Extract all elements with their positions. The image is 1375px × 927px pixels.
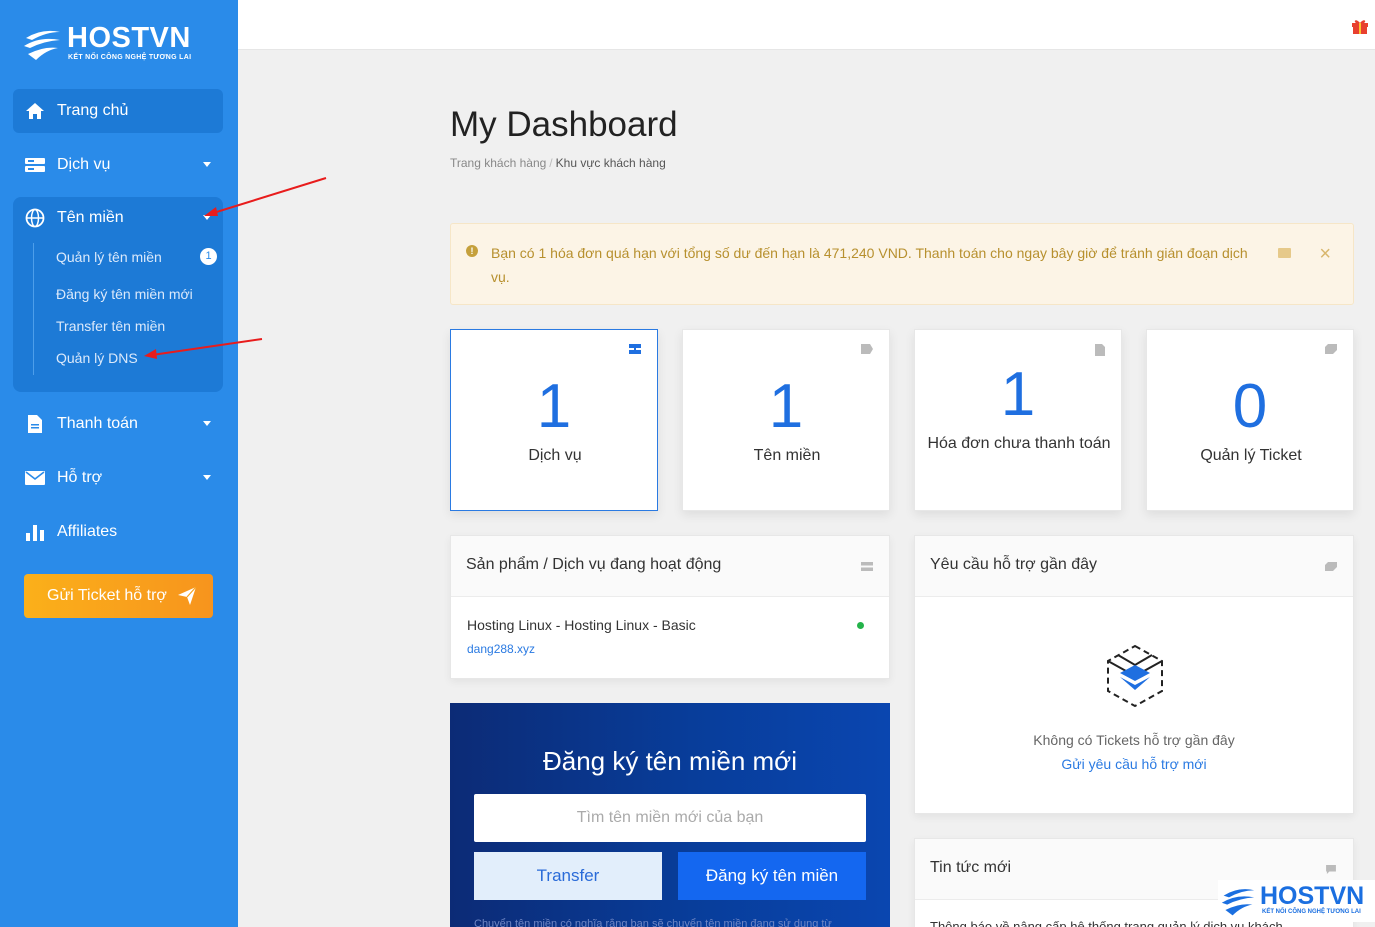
service-domain-link[interactable]: dang288.xyz: [467, 642, 535, 656]
submenu-divider: [33, 243, 34, 375]
alert-message: Bạn có 1 hóa đơn quá hạn với tổng số dư …: [491, 245, 1248, 285]
exclamation-icon: !: [466, 245, 478, 257]
sidebar-item-affiliates[interactable]: Affiliates: [13, 510, 223, 554]
stat-value: 0: [1232, 372, 1268, 441]
stat-value: 1: [768, 372, 804, 441]
panel-header: Yêu cầu hỗ trợ gần đây: [915, 536, 1353, 597]
send-ticket-button[interactable]: Gửi Ticket hỗ trợ: [24, 574, 213, 618]
send-ticket-label: Gửi Ticket hỗ trợ: [47, 587, 167, 604]
bar-chart-icon: [25, 522, 45, 542]
annotation-arrow-dns: [144, 338, 263, 359]
sidebar-item-label: Affiliates: [57, 523, 118, 540]
globe-icon: [25, 208, 45, 228]
sidebar-item-label: Hỗ trợ: [57, 469, 103, 486]
sidebar-item-domains[interactable]: Tên miền: [13, 196, 223, 240]
gift-icon[interactable]: [1351, 17, 1369, 40]
stat-value: 1: [536, 372, 572, 441]
server-icon: [861, 562, 873, 571]
panel-title: Tin tức mới: [930, 859, 1012, 876]
register-domain-box: Đăng ký tên miền mới Transfer Đăng ký tê…: [450, 703, 890, 927]
stat-label: Quản lý Ticket: [1200, 447, 1302, 464]
breadcrumb-current: Khu vực khách hàng: [555, 156, 666, 170]
panel-header: Sản phẩm / Dịch vụ đang hoạt động: [451, 536, 889, 597]
watermark-logo: HOSTVN KẾT NỐI CÔNG NGHỆ TƯƠNG LAI: [1218, 880, 1375, 922]
sidebar-item-label: Tên miền: [57, 209, 124, 226]
sidebar-item-label: Thanh toán: [57, 415, 138, 432]
sidebar-subitem-register-domain[interactable]: Đăng ký tên miền mới: [56, 286, 193, 302]
sidebar-item-billing[interactable]: Thanh toán: [13, 402, 223, 446]
stat-label: Hóa đơn chưa thanh toán: [927, 435, 1111, 452]
stat-label: Dịch vụ: [528, 447, 582, 464]
ticket-icon: [1325, 562, 1337, 571]
sidebar: HOSTVN KẾT NỐI CÔNG NGHỆ TƯƠNG LAI Trang…: [0, 0, 238, 927]
envelope-icon: [25, 468, 45, 488]
sidebar-item-label: Dịch vụ: [57, 156, 111, 173]
sidebar-subitem-transfer-domain[interactable]: Transfer tên miền: [56, 318, 165, 334]
home-icon: [25, 101, 45, 121]
close-icon[interactable]: ×: [1319, 243, 1331, 266]
sidebar-item-label: Trang chủ: [57, 102, 129, 119]
ticket-icon: [1325, 344, 1337, 354]
tag-icon: [861, 344, 873, 354]
transfer-button[interactable]: Transfer: [474, 852, 662, 900]
sidebar-subitem-manage-domains[interactable]: Quản lý tên miền: [56, 249, 162, 265]
breadcrumb: Trang khách hàng / Khu vực khách hàng: [450, 156, 666, 170]
overdue-invoice-alert: ! Bạn có 1 hóa đơn quá hạn với tổng số d…: [450, 223, 1354, 305]
panel-title: Yêu cầu hỗ trợ gần đây: [930, 556, 1098, 573]
empty-inbox-icon: [1107, 644, 1163, 708]
brand-tagline: KẾT NỐI CÔNG NGHỆ TƯƠNG LAI: [68, 54, 192, 61]
register-note: Chuyển tên miền có nghĩa rằng bạn sẽ chu…: [474, 918, 832, 927]
domain-count-badge: 1: [200, 248, 217, 265]
brand-name: HOSTVN: [67, 22, 191, 54]
stat-card-tickets[interactable]: 0 Quản lý Ticket: [1146, 329, 1354, 511]
file-icon: [1095, 344, 1105, 356]
stat-card-unpaid-invoices[interactable]: 1 Hóa đơn chưa thanh toán: [914, 329, 1122, 511]
server-icon: [629, 344, 641, 354]
register-title: Đăng ký tên miền mới: [542, 746, 798, 776]
brand-name: HOSTVN: [1260, 882, 1365, 910]
empty-tickets-text: Không có Tickets hỗ trợ gần đây: [1033, 732, 1235, 748]
server-icon: [25, 155, 45, 175]
sidebar-subitem-manage-dns[interactable]: Quản lý DNS: [56, 350, 138, 366]
stat-label: Tên miền: [753, 447, 821, 464]
comment-icon: [1326, 865, 1336, 874]
service-name[interactable]: Hosting Linux - Hosting Linux - Basic: [467, 617, 696, 633]
wallet-icon[interactable]: [1278, 248, 1291, 258]
chevron-down-icon: [203, 421, 211, 426]
chevron-down-icon: [203, 475, 211, 480]
brand-tagline: KẾT NỐI CÔNG NGHỆ TƯƠNG LAI: [1262, 909, 1361, 915]
annotation-arrow-domains: [204, 177, 327, 216]
hostvn-logo-mark: [1221, 889, 1255, 916]
hostvn-logo-mark: [24, 30, 60, 60]
breadcrumb-home[interactable]: Trang khách hàng: [450, 156, 546, 170]
new-ticket-link[interactable]: Gửi yêu cầu hỗ trợ mới: [915, 756, 1353, 772]
top-bar: [238, 0, 1375, 50]
paper-plane-icon: [177, 586, 197, 611]
document-icon: [25, 414, 45, 434]
stat-card-domains[interactable]: 1 Tên miền: [682, 329, 890, 511]
panel-title: Sản phẩm / Dịch vụ đang hoạt động: [466, 556, 722, 573]
status-active-dot: [857, 622, 864, 629]
stat-card-services[interactable]: 1 Dịch vụ: [450, 329, 658, 511]
page-title: My Dashboard: [450, 105, 678, 144]
brand-logo[interactable]: HOSTVN KẾT NỐI CÔNG NGHỆ TƯƠNG LAI: [22, 22, 197, 66]
chevron-down-icon: [203, 162, 211, 167]
domain-search-input[interactable]: [474, 794, 866, 842]
active-services-panel: Sản phẩm / Dịch vụ đang hoạt động Hostin…: [450, 535, 890, 679]
recent-support-panel: Yêu cầu hỗ trợ gần đây Không có Tickets …: [914, 535, 1354, 814]
sidebar-item-support[interactable]: Hỗ trợ: [13, 456, 223, 500]
sidebar-item-services[interactable]: Dịch vụ: [13, 143, 223, 187]
sidebar-item-home[interactable]: Trang chủ: [13, 89, 223, 133]
register-domain-button[interactable]: Đăng ký tên miền: [678, 852, 866, 900]
stat-value: 1: [1000, 360, 1036, 429]
